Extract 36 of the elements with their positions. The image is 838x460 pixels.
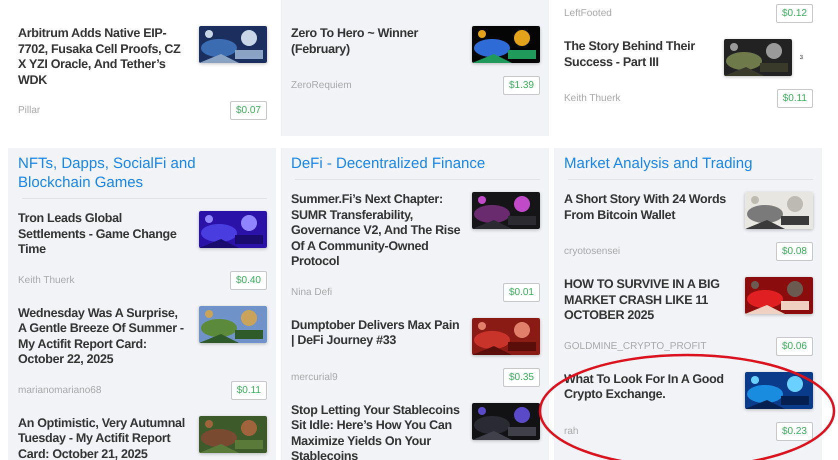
author-link[interactable]: Keith Thuerk: [564, 93, 621, 104]
payout-badge: $0.11: [776, 89, 813, 108]
post-title-link[interactable]: Dumptober Delivers Max Pain | DeFi Journey #33: [291, 318, 461, 348]
post-title-link[interactable]: Stop Letting Your Stablecoins Sit Idle: Here’s How You Can Maximize Yields On Your Stablecoins: [291, 402, 461, 460]
payout-badge: $0.01: [502, 282, 540, 302]
author-link[interactable]: Pillar: [18, 105, 40, 116]
post-title-link[interactable]: Wednesday Was A Surprise, A Gentle Breeze Of Summer - My Actifit Report Card: October 22, 2025: [18, 306, 188, 368]
section-heading[interactable]: Market Analysis and Trading: [564, 154, 813, 179]
post-title-link[interactable]: The Story Behind Their Success - Part III: [564, 39, 724, 70]
post-title-link[interactable]: A Short Story With 24 Words From Bitcoin Wallet: [564, 192, 734, 223]
post-title-link[interactable]: Arbitrum Adds Native EIP-7702, Fusaka Cell Proofs, CZ X YZI Oracle, And Tether’s WDK: [18, 26, 188, 88]
author-link[interactable]: mercurial9: [291, 372, 338, 382]
author-link[interactable]: Keith Thuerk: [18, 274, 75, 286]
post-title-link[interactable]: An Optimistic, Very Autumnal Tuesday - My Actifit Report Card: October 21, 2025: [18, 416, 188, 460]
author-link[interactable]: GOLDMINE_CRYPTO_PROFIT: [564, 340, 706, 352]
post-title-link[interactable]: HOW TO SURVIVE IN A BIG MARKET CRASH LIKE 11 OCTOBER 2025: [564, 277, 734, 324]
author-link[interactable]: LeftFooted: [564, 8, 612, 19]
payout-badge: $0.06: [776, 336, 813, 356]
payout-badge: $0.35: [502, 368, 540, 386]
payout-badge: $0.11: [230, 380, 267, 400]
post-title-link[interactable]: Summer.Fi’s Next Chapter: SUMR Transferability, Governance V2, And The Rise Of A Community-Owned Protocol: [291, 192, 461, 270]
payout-badge: $0.40: [230, 270, 267, 290]
payout-badge: $0.07: [230, 101, 267, 120]
payout-badge: $1.39: [502, 76, 540, 95]
post-title-link[interactable]: Zero To Hero ~ Winner (February): [291, 26, 461, 57]
post-title-link[interactable]: Tron Leads Global Settlements - Game Change Time: [18, 211, 188, 258]
author-link[interactable]: ZeroRequiem: [291, 80, 352, 91]
author-link[interactable]: cryotosensei: [564, 246, 620, 257]
author-link[interactable]: Nina Defi: [291, 286, 332, 298]
payout-badge: $0.23: [776, 422, 813, 440]
author-link[interactable]: marianomariano68: [18, 384, 102, 396]
section-heading[interactable]: DeFi - Decentralized Finance: [291, 154, 540, 179]
payout-badge: $0.08: [776, 242, 813, 261]
author-link[interactable]: rah: [564, 426, 578, 436]
section-heading[interactable]: NFTs, Dapps, SocialFi and Blockchain Games: [18, 154, 267, 198]
payout-badge: $0.12: [776, 4, 813, 23]
